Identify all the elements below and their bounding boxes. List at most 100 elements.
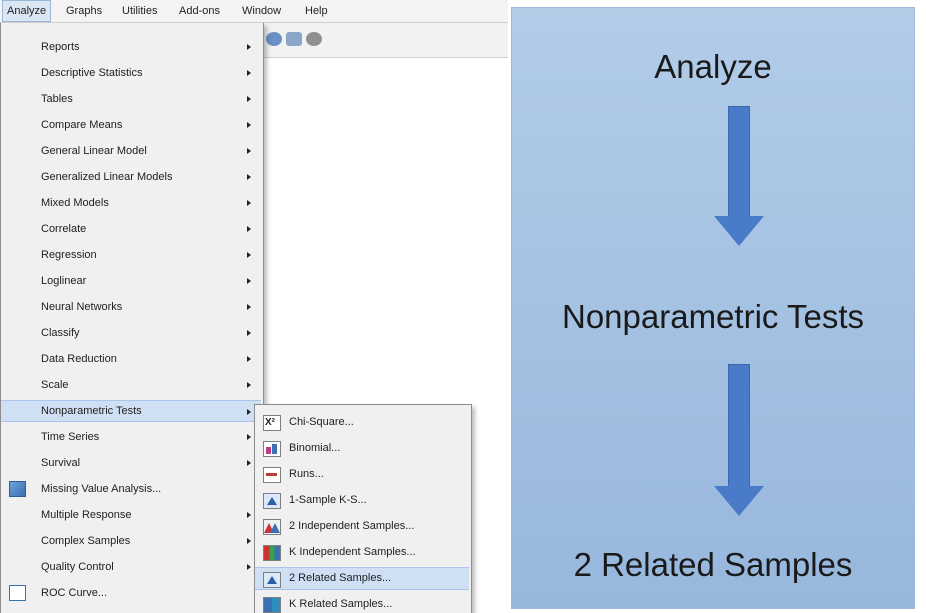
menu-item-label: Complex Samples (41, 535, 131, 547)
menu-item-label: Tables (41, 93, 73, 105)
submenu-item-label: 1-Sample K-S... (289, 494, 367, 506)
submenu-arrow-icon (247, 200, 251, 206)
menu-item-compare-means[interactable]: Compare Means (1, 114, 261, 136)
submenu-item-k-independent-samples[interactable]: K Independent Samples... (255, 541, 469, 564)
menu-item-label: Correlate (41, 223, 87, 235)
submenu-arrow-icon (247, 330, 251, 336)
menu-item-reports[interactable]: Reports (1, 36, 261, 58)
menu-item-label: Loglinear (41, 275, 87, 287)
menu-item-regression[interactable]: Regression (1, 244, 261, 266)
submenu-item-label: Binomial... (289, 442, 341, 454)
flow-step-nonparametric-tests: Nonparametric Tests (561, 298, 864, 335)
submenu-item-label: 2 Related Samples... (289, 572, 392, 584)
submenu-arrow-icon (247, 409, 251, 415)
menu-item-label: Missing Value Analysis... (41, 483, 162, 495)
menu-item-label: Regression (41, 249, 97, 261)
menu-item-label: Quality Control (41, 561, 114, 573)
submenu-item-binomial[interactable]: Binomial... (255, 437, 469, 460)
menu-item-label: General Linear Model (41, 145, 147, 157)
submenu-item-label: Runs... (289, 468, 324, 480)
two-related-samples-icon (263, 572, 281, 588)
menu-item-label: Data Reduction (41, 353, 117, 365)
submenu-arrow-icon (247, 512, 251, 518)
submenu-arrow-icon (247, 434, 251, 440)
submenu-item-two-related-samples[interactable]: 2 Related Samples... (255, 567, 469, 590)
menu-item-generalized-linear-models[interactable]: Generalized Linear Models (1, 166, 261, 188)
menu-item-quality-control[interactable]: Quality Control (1, 556, 261, 578)
k-independent-samples-icon (263, 545, 281, 561)
submenu-item-one-sample-ks[interactable]: 1-Sample K-S... (255, 489, 469, 512)
menu-item-label: Generalized Linear Models (41, 171, 173, 183)
submenu-arrow-icon (247, 460, 251, 466)
one-sample-ks-icon (263, 493, 281, 509)
menu-item-nonparametric-tests[interactable]: Nonparametric Tests (1, 400, 261, 422)
menu-item-mixed-models[interactable]: Mixed Models (1, 192, 261, 214)
menu-item-label: Descriptive Statistics (41, 67, 143, 79)
spss-window: Analyze Graphs Utilities Add-ons Window … (0, 0, 508, 613)
menu-item-label: Classify (41, 327, 80, 339)
chi-square-icon (263, 411, 281, 434)
runs-icon (263, 467, 281, 483)
toolbar-button-icon[interactable] (286, 32, 302, 46)
submenu-item-label: K Related Samples... (289, 598, 393, 610)
menu-item-label: ROC Curve... (41, 587, 108, 599)
menu-utilities[interactable]: Utilities (118, 0, 161, 22)
menu-graphs[interactable]: Graphs (62, 0, 106, 22)
menu-item-tables[interactable]: Tables (1, 88, 261, 110)
menu-item-label: Mixed Models (41, 197, 109, 209)
submenu-item-label: K Independent Samples... (289, 546, 416, 558)
flow-step-two-related-samples: 2 Related Samples (573, 546, 853, 583)
menu-item-loglinear[interactable]: Loglinear (1, 270, 261, 292)
menu-item-time-series[interactable]: Time Series (1, 426, 261, 448)
menu-item-data-reduction[interactable]: Data Reduction (1, 348, 261, 370)
menu-item-roc-curve[interactable]: ROC Curve... (1, 582, 261, 604)
menu-item-label: Reports (41, 41, 80, 53)
binomial-icon (263, 441, 281, 457)
menu-item-label: Neural Networks (41, 301, 123, 313)
flow-step-analyze: Analyze (654, 48, 772, 85)
menu-window[interactable]: Window (238, 0, 285, 22)
submenu-item-two-independent-samples[interactable]: 2 Independent Samples... (255, 515, 469, 538)
down-arrow-icon (714, 106, 764, 246)
submenu-arrow-icon (247, 278, 251, 284)
menu-item-multiple-response[interactable]: Multiple Response (1, 504, 261, 526)
menu-item-label: Time Series (41, 431, 100, 443)
menu-item-missing-value-analysis[interactable]: Missing Value Analysis... (1, 478, 261, 500)
menu-analyze[interactable]: Analyze (2, 0, 52, 22)
menu-bar: Analyze Graphs Utilities Add-ons Window … (0, 0, 508, 23)
menu-item-complex-samples[interactable]: Complex Samples (1, 530, 261, 552)
submenu-arrow-icon (247, 564, 251, 570)
menu-item-correlate[interactable]: Correlate (1, 218, 261, 240)
toolbar-button-icon[interactable] (266, 32, 282, 46)
submenu-arrow-icon (247, 538, 251, 544)
submenu-item-label: 2 Independent Samples... (289, 520, 415, 532)
k-related-samples-icon (263, 597, 281, 613)
menu-item-general-linear-model[interactable]: General Linear Model (1, 140, 261, 162)
nonparametric-tests-submenu: Chi-Square... Binomial... Runs... 1-Samp… (254, 404, 472, 613)
submenu-item-runs[interactable]: Runs... (255, 463, 469, 486)
menu-item-label: Survival (41, 457, 81, 469)
toolbar-button-icon[interactable] (306, 32, 322, 46)
menu-add-ons[interactable]: Add-ons (175, 0, 224, 22)
submenu-arrow-icon (247, 226, 251, 232)
two-independent-samples-icon (263, 519, 281, 535)
submenu-arrow-icon (247, 304, 251, 310)
menu-item-label: Multiple Response (41, 509, 132, 521)
submenu-arrow-icon (247, 356, 251, 362)
menu-item-label: Scale (41, 379, 69, 391)
submenu-arrow-icon (247, 148, 251, 154)
submenu-item-k-related-samples[interactable]: K Related Samples... (255, 593, 469, 613)
submenu-arrow-icon (247, 174, 251, 180)
menu-item-scale[interactable]: Scale (1, 374, 261, 396)
menu-help[interactable]: Help (301, 0, 332, 22)
menu-item-survival[interactable]: Survival (1, 452, 261, 474)
submenu-arrow-icon (247, 70, 251, 76)
menu-item-descriptive-statistics[interactable]: Descriptive Statistics (1, 62, 261, 84)
menu-item-label: Compare Means (41, 119, 123, 131)
menu-item-classify[interactable]: Classify (1, 322, 261, 344)
menu-item-label: Nonparametric Tests (41, 405, 142, 417)
down-arrow-icon (714, 364, 764, 516)
menu-item-neural-networks[interactable]: Neural Networks (1, 296, 261, 318)
flow-panel: Analyze Nonparametric Tests 2 Related Sa… (511, 7, 915, 609)
submenu-item-chi-square[interactable]: Chi-Square... (255, 411, 469, 434)
